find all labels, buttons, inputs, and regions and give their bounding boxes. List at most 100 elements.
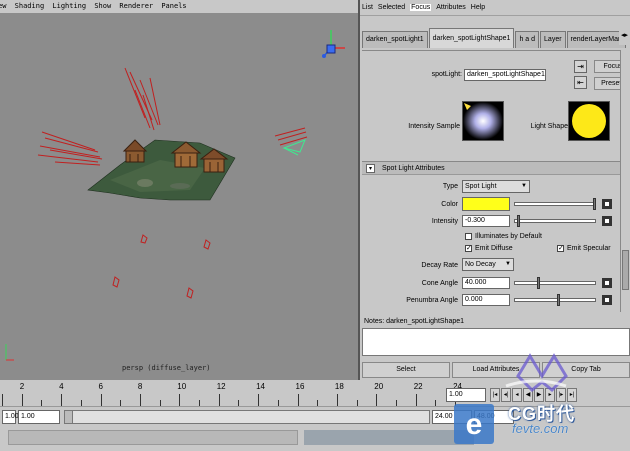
ae-bottom-buttons: Select Load Attributes Copy Tab — [362, 360, 630, 380]
view-axis-gizmo-icon[interactable] — [322, 30, 345, 58]
color-slider[interactable] — [514, 198, 596, 210]
animation-end-field[interactable]: 48.00 — [474, 410, 514, 424]
intensity-map-button-icon[interactable] — [602, 216, 612, 226]
notes-label: Notes: darken_spotLightShape1 — [364, 318, 465, 325]
timeline-tick-label: 18 — [334, 382, 344, 391]
step-back-key-icon[interactable]: ◂| — [501, 388, 511, 402]
tab-layer[interactable]: Layer — [540, 31, 566, 48]
time-slider[interactable]: 2 4 6 8 10 12 14 16 18 20 22 24 1.00 |◂ ◂| ◂ ◀ ▶ ▸ … — [0, 380, 630, 406]
color-swatch[interactable] — [462, 197, 510, 211]
ae-scrollbar[interactable] — [620, 50, 630, 312]
ae-menu-attributes[interactable]: Attributes — [436, 4, 466, 11]
cone-angle-slider[interactable] — [514, 277, 596, 289]
color-slider-knob[interactable] — [593, 198, 596, 210]
type-dropdown[interactable]: Spot Light ▼ — [462, 180, 530, 193]
ae-menu-selected[interactable]: Selected — [378, 4, 405, 11]
ae-menu-bar: List Selected Focus Attributes Help — [360, 0, 630, 16]
decay-rate-dropdown[interactable]: No Decay ▼ — [462, 258, 514, 271]
timeline-tick — [139, 394, 141, 406]
chevron-down-icon: ▼ — [505, 261, 511, 267]
timeline-tick-label: 2 — [19, 382, 25, 391]
timeline-tick — [179, 394, 181, 406]
penumbra-angle-field[interactable]: 0.000 — [462, 294, 510, 306]
point-light-icon[interactable] — [186, 287, 194, 299]
penumbra-angle-slider[interactable] — [514, 294, 596, 306]
go-to-input-icon[interactable]: ⇥ — [574, 60, 587, 73]
point-light-icon[interactable] — [203, 239, 211, 250]
step-back-icon[interactable]: ◂ — [512, 388, 522, 402]
spot-light-attributes-header[interactable]: ▾ Spot Light Attributes — [362, 161, 620, 175]
penumbra-angle-slider-knob[interactable] — [557, 294, 560, 306]
illuminates-by-default-checkbox[interactable] — [465, 233, 472, 240]
ae-menu-help[interactable]: Help — [471, 4, 485, 11]
tab-scroll-arrows[interactable]: ◂▸ — [618, 31, 630, 45]
perspective-viewport[interactable]: ew Shading Lighting Show Renderer Panels — [0, 0, 358, 380]
ae-scrollbar-thumb[interactable] — [622, 250, 629, 290]
node-name-field[interactable]: darken_spotLightShape1 — [464, 69, 546, 81]
intensity-slider[interactable] — [514, 215, 596, 227]
range-slider-bar[interactable] — [64, 410, 430, 424]
copy-tab-button[interactable]: Copy Tab — [542, 362, 630, 378]
range-slider-handle[interactable] — [65, 411, 73, 423]
timeline-tick — [100, 394, 102, 406]
tab-render-layer-manager[interactable]: renderLayerMan — [566, 31, 626, 48]
time-slider-track[interactable]: 2 4 6 8 10 12 14 16 18 20 22 24 — [0, 380, 462, 406]
timeline-tick — [21, 394, 23, 406]
go-to-output-icon[interactable]: ⇤ — [574, 76, 587, 89]
tab-darken-spotlightshape1[interactable]: darken_spotLightShape1 — [428, 28, 515, 48]
tab-had[interactable]: h a d — [515, 31, 540, 48]
cone-angle-map-button-icon[interactable] — [602, 278, 612, 288]
ae-body: spotLight: darken_spotLightShape1 ⇥ ⇤ Fo… — [362, 50, 630, 312]
emit-specular-label: Emit Specular — [567, 245, 611, 252]
current-frame-field[interactable]: 1.00 — [446, 388, 486, 402]
timeline-tick-label: 20 — [374, 382, 384, 391]
spot-light-cone-icon[interactable] — [282, 139, 306, 156]
playback-start-field[interactable]: 1.00 — [18, 410, 60, 424]
ae-menu-focus[interactable]: Focus — [410, 4, 432, 11]
penumbra-angle-map-button-icon[interactable] — [602, 295, 612, 305]
intensity-slider-knob[interactable] — [517, 215, 520, 227]
light-shape-disc-icon — [572, 104, 606, 138]
timeline-tick — [376, 394, 378, 406]
command-input[interactable] — [8, 430, 298, 445]
point-light-icon[interactable] — [140, 234, 148, 244]
tab-darken-spotlight1[interactable]: darken_spotLight1 — [362, 31, 428, 48]
timeline-tick — [258, 394, 260, 406]
playback-end-field[interactable]: 24.00 — [432, 410, 472, 424]
emit-specular-checkbox[interactable]: ✓ — [557, 245, 564, 252]
play-backwards-icon[interactable]: ◀ — [523, 388, 533, 402]
cone-angle-slider-knob[interactable] — [537, 277, 540, 289]
intensity-field[interactable]: -0.300 — [462, 215, 510, 227]
cone-angle-field[interactable]: 40.000 — [462, 277, 510, 289]
color-map-button-icon[interactable] — [602, 199, 612, 209]
color-label: Color — [441, 201, 458, 208]
penumbra-angle-label: Penumbra Angle — [406, 297, 458, 304]
intensity-sample-swatch — [462, 101, 504, 141]
step-forward-key-icon[interactable]: |▸ — [556, 388, 566, 402]
range-slider: 1.00 1.00 24.00 48.00 — [0, 406, 630, 430]
cone-angle-label: Cone Angle — [421, 280, 458, 287]
go-to-start-icon[interactable]: |◂ — [490, 388, 500, 402]
intensity-label: Intensity — [431, 218, 458, 225]
point-light-icon[interactable] — [112, 276, 120, 288]
collapse-triangle-icon[interactable]: ▾ — [366, 164, 375, 173]
step-forward-icon[interactable]: ▸ — [545, 388, 555, 402]
go-to-end-icon[interactable]: ▸| — [567, 388, 577, 402]
section-title: Spot Light Attributes — [382, 165, 445, 172]
notes-textarea[interactable] — [362, 328, 630, 356]
command-feedback — [304, 430, 474, 445]
select-button[interactable]: Select — [362, 362, 450, 378]
light-shape-label: Light Shape — [530, 123, 568, 130]
scene-canvas — [5, 30, 345, 361]
load-attributes-button[interactable]: Load Attributes — [452, 362, 540, 378]
play-forwards-icon[interactable]: ▶ — [534, 388, 544, 402]
type-dropdown-value: Spot Light — [465, 183, 497, 190]
light-shape-swatch — [568, 101, 610, 141]
timeline-tick — [336, 394, 338, 406]
emit-diffuse-checkbox[interactable]: ✓ — [465, 245, 472, 252]
timeline-tick — [61, 394, 63, 406]
animation-start-field[interactable]: 1.00 — [2, 410, 19, 424]
timeline-tick-label: 16 — [295, 382, 305, 391]
house-model[interactable] — [122, 139, 148, 163]
ae-menu-list[interactable]: List — [362, 4, 373, 11]
